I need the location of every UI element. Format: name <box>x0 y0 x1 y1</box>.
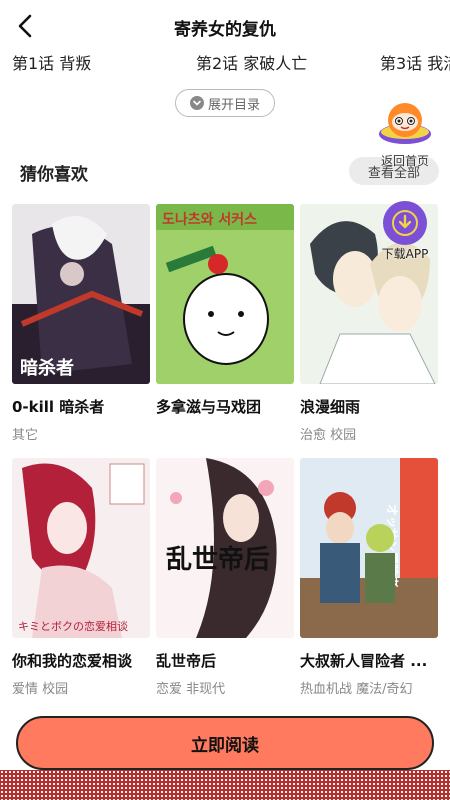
comic-tags: 治愈 校园 <box>300 428 357 443</box>
download-app-button[interactable]: 下载APP <box>377 201 433 267</box>
comic-cover: キミとボクの恋爱相谈 <box>12 458 150 638</box>
expand-catalog-label: 展开目录 <box>207 97 260 113</box>
mascot-home-icon <box>379 103 431 144</box>
cover-title-text: 乱世帝后 <box>166 544 270 575</box>
comic-tags: 爱情 校园 <box>12 682 69 697</box>
comic-card[interactable]: オッサン冒険者 大叔新人冒险者 ... 热血机战 魔法/奇幻 <box>300 458 438 698</box>
comic-cover: 乱世帝后 <box>156 458 294 638</box>
cover-title-text: 暗杀者 <box>20 357 74 379</box>
comic-title: 多拿滋与马戏团 <box>156 398 262 416</box>
chapter-list: 第1话 背叛 第2话 家破人亡 第3话 我活 <box>0 46 450 76</box>
home-float-button[interactable]: 返回首页 <box>374 100 436 172</box>
comic-cover: オッサン冒険者 <box>300 458 438 638</box>
download-label: 下载APP <box>381 247 429 261</box>
comic-title: 大叔新人冒险者 ... <box>300 652 428 670</box>
read-now-button[interactable]: 立即阅读 <box>16 716 434 770</box>
comic-title: 0-kill 暗杀者 <box>12 398 105 416</box>
bottom-pattern-strip <box>0 770 450 800</box>
comic-title: 浪漫细雨 <box>300 398 361 416</box>
home-label: 返回首页 <box>380 154 429 168</box>
chevron-down-icon <box>189 96 204 110</box>
comic-cover: 暗杀者 <box>12 204 150 384</box>
comic-title: 你和我的恋爱相谈 <box>12 652 133 670</box>
chapter-item[interactable]: 第1话 背叛 <box>12 50 91 74</box>
page-title: 寄养女的复仇 <box>174 20 276 40</box>
comic-tags: 热血机战 魔法/奇幻 <box>300 682 413 697</box>
comic-card[interactable]: 乱世帝后 乱世帝后 恋爱 非现代 <box>156 458 294 698</box>
cover-title-text: キミとボクの恋爱相谈 <box>18 619 128 633</box>
expand-catalog-button[interactable]: 展开目录 <box>175 89 275 117</box>
comic-cover: 도나츠와 서커스 <box>156 204 294 384</box>
cover-title-text: 도나츠와 서커스 <box>162 211 257 228</box>
chapter-item[interactable]: 第2话 家破人亡 <box>196 50 307 74</box>
section-title: 猜你喜欢 <box>20 165 88 185</box>
comic-tags: 恋爱 非现代 <box>156 682 226 697</box>
comic-card[interactable]: 暗杀者 0-kill 暗杀者 其它 <box>12 204 150 444</box>
comic-tags: 其它 <box>12 428 39 443</box>
download-icon <box>383 201 427 245</box>
comic-card[interactable]: キミとボクの恋爱相谈 你和我的恋爱相谈 爱情 校园 <box>12 458 150 698</box>
comic-card[interactable]: 도나츠와 서커스 多拿滋与马戏团 <box>156 204 294 444</box>
chapter-item[interactable]: 第3话 我活 <box>380 50 450 74</box>
comic-title: 乱世帝后 <box>156 652 217 670</box>
